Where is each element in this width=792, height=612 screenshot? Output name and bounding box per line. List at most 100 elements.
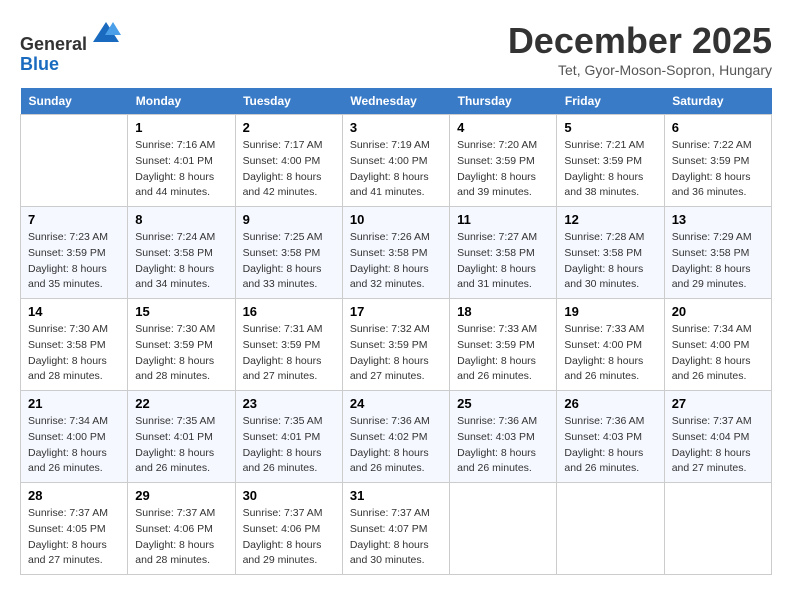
calendar-cell: 15 Sunrise: 7:30 AMSunset: 3:59 PMDayligh… [128,299,235,391]
calendar-cell: 27Sunrise: 7:37 AMSunset: 4:04 PMDayligh… [664,391,771,483]
day-number: 13 [672,212,764,227]
page-title: December 2025 [508,20,772,62]
day-number: 8 [135,212,227,227]
day-info: Sunrise: 7:32 AMSunset: 3:59 PMDaylight:… [350,322,442,385]
day-number: 10 [350,212,442,227]
page-header: General Blue December 2025 Tet, Gyor-Mos… [20,20,772,78]
header-row: SundayMondayTuesdayWednesdayThursdayFrid… [21,88,772,115]
calendar-header: SundayMondayTuesdayWednesdayThursdayFrid… [21,88,772,115]
day-info: Sunrise: 7:31 AMSunset: 3:59 PMDaylight:… [243,322,335,385]
calendar-cell [664,483,771,575]
day-number: 5 [564,120,656,135]
day-info: Sunrise: 7:36 AMSunset: 4:02 PMDaylight:… [350,414,442,477]
calendar-cell: 8Sunrise: 7:24 AMSunset: 3:58 PMDaylight… [128,207,235,299]
calendar-cell: 22Sunrise: 7:35 AMSunset: 4:01 PMDayligh… [128,391,235,483]
calendar-cell: 7Sunrise: 7:23 AMSunset: 3:59 PMDaylight… [21,207,128,299]
day-number: 15 [135,304,227,319]
day-number: 12 [564,212,656,227]
day-info: Sunrise: 7:37 AMSunset: 4:04 PMDaylight:… [672,414,764,477]
calendar-cell: 11 Sunrise: 7:27 AMSunset: 3:58 PMDayligh… [450,207,557,299]
day-number: 11 [457,212,549,227]
logo-blue: Blue [20,54,59,74]
calendar-cell: 31 Sunrise: 7:37 AMSunset: 4:07 PMDayligh… [342,483,449,575]
calendar-cell: 12 Sunrise: 7:28 AMSunset: 3:58 PMDayligh… [557,207,664,299]
week-row-4: 21 Sunrise: 7:34 AMSunset: 4:00 PMDayligh… [21,391,772,483]
day-info: Sunrise: 7:37 AMSunset: 4:05 PMDaylight:… [28,506,120,569]
calendar-cell: 13Sunrise: 7:29 AMSunset: 3:58 PMDayligh… [664,207,771,299]
calendar-cell: 26Sunrise: 7:36 AMSunset: 4:03 PMDayligh… [557,391,664,483]
day-number: 9 [243,212,335,227]
calendar-cell: 2Sunrise: 7:17 AMSunset: 4:00 PMDaylight… [235,115,342,207]
day-info: Sunrise: 7:33 AMSunset: 3:59 PMDaylight:… [457,322,549,385]
header-cell-friday: Friday [557,88,664,115]
day-info: Sunrise: 7:20 AMSunset: 3:59 PMDaylight:… [457,138,549,201]
day-info: Sunrise: 7:25 AMSunset: 3:58 PMDaylight:… [243,230,335,293]
location-subtitle: Tet, Gyor-Moson-Sopron, Hungary [508,62,772,78]
day-info: Sunrise: 7:26 AMSunset: 3:58 PMDaylight:… [350,230,442,293]
day-number: 31 [350,488,442,503]
calendar-cell [450,483,557,575]
day-number: 20 [672,304,764,319]
day-info: Sunrise: 7:27 AMSunset: 3:58 PMDaylight:… [457,230,549,293]
day-info: Sunrise: 7:33 AMSunset: 4:00 PMDaylight:… [564,322,656,385]
header-cell-monday: Monday [128,88,235,115]
day-number: 23 [243,396,335,411]
day-number: 18 [457,304,549,319]
calendar-cell: 18 Sunrise: 7:33 AMSunset: 3:59 PMDayligh… [450,299,557,391]
day-info: Sunrise: 7:36 AMSunset: 4:03 PMDaylight:… [564,414,656,477]
day-info: Sunrise: 7:23 AMSunset: 3:59 PMDaylight:… [28,230,120,293]
day-number: 4 [457,120,549,135]
day-info: Sunrise: 7:30 AMSunset: 3:59 PMDaylight:… [135,322,227,385]
calendar-cell: 24 Sunrise: 7:36 AMSunset: 4:02 PMDayligh… [342,391,449,483]
day-number: 28 [28,488,120,503]
day-info: Sunrise: 7:37 AMSunset: 4:06 PMDaylight:… [243,506,335,569]
calendar-cell: 10 Sunrise: 7:26 AMSunset: 3:58 PMDayligh… [342,207,449,299]
header-cell-sunday: Sunday [21,88,128,115]
calendar-cell: 6Sunrise: 7:22 AMSunset: 3:59 PMDaylight… [664,115,771,207]
calendar-cell: 19 Sunrise: 7:33 AMSunset: 4:00 PMDayligh… [557,299,664,391]
day-info: Sunrise: 7:21 AMSunset: 3:59 PMDaylight:… [564,138,656,201]
day-number: 16 [243,304,335,319]
calendar-cell: 23Sunrise: 7:35 AMSunset: 4:01 PMDayligh… [235,391,342,483]
title-block: December 2025 Tet, Gyor-Moson-Sopron, Hu… [508,20,772,78]
calendar-table: SundayMondayTuesdayWednesdayThursdayFrid… [20,88,772,575]
day-number: 1 [135,120,227,135]
day-info: Sunrise: 7:37 AMSunset: 4:07 PMDaylight:… [350,506,442,569]
day-number: 24 [350,396,442,411]
day-info: Sunrise: 7:34 AMSunset: 4:00 PMDaylight:… [672,322,764,385]
day-number: 22 [135,396,227,411]
calendar-cell [557,483,664,575]
header-cell-wednesday: Wednesday [342,88,449,115]
day-info: Sunrise: 7:37 AMSunset: 4:06 PMDaylight:… [135,506,227,569]
calendar-cell: 25 Sunrise: 7:36 AMSunset: 4:03 PMDayligh… [450,391,557,483]
calendar-cell: 29Sunrise: 7:37 AMSunset: 4:06 PMDayligh… [128,483,235,575]
day-info: Sunrise: 7:36 AMSunset: 4:03 PMDaylight:… [457,414,549,477]
day-number: 3 [350,120,442,135]
day-info: Sunrise: 7:17 AMSunset: 4:00 PMDaylight:… [243,138,335,201]
header-cell-thursday: Thursday [450,88,557,115]
day-number: 25 [457,396,549,411]
day-info: Sunrise: 7:30 AMSunset: 3:58 PMDaylight:… [28,322,120,385]
calendar-cell: 14Sunrise: 7:30 AMSunset: 3:58 PMDayligh… [21,299,128,391]
calendar-cell: 5 Sunrise: 7:21 AMSunset: 3:59 PMDaylight… [557,115,664,207]
calendar-cell: 28 Sunrise: 7:37 AMSunset: 4:05 PMDayligh… [21,483,128,575]
calendar-cell: 17 Sunrise: 7:32 AMSunset: 3:59 PMDayligh… [342,299,449,391]
calendar-cell: 16 Sunrise: 7:31 AMSunset: 3:59 PMDayligh… [235,299,342,391]
week-row-2: 7Sunrise: 7:23 AMSunset: 3:59 PMDaylight… [21,207,772,299]
day-info: Sunrise: 7:19 AMSunset: 4:00 PMDaylight:… [350,138,442,201]
calendar-cell: 9 Sunrise: 7:25 AMSunset: 3:58 PMDaylight… [235,207,342,299]
calendar-cell: 1 Sunrise: 7:16 AMSunset: 4:01 PMDaylight… [128,115,235,207]
logo-icon [91,20,121,50]
day-number: 17 [350,304,442,319]
day-info: Sunrise: 7:16 AMSunset: 4:01 PMDaylight:… [135,138,227,201]
week-row-3: 14Sunrise: 7:30 AMSunset: 3:58 PMDayligh… [21,299,772,391]
calendar-cell: 30Sunrise: 7:37 AMSunset: 4:06 PMDayligh… [235,483,342,575]
day-number: 21 [28,396,120,411]
day-info: Sunrise: 7:34 AMSunset: 4:00 PMDaylight:… [28,414,120,477]
day-number: 19 [564,304,656,319]
day-number: 6 [672,120,764,135]
calendar-cell: 21 Sunrise: 7:34 AMSunset: 4:00 PMDayligh… [21,391,128,483]
day-info: Sunrise: 7:28 AMSunset: 3:58 PMDaylight:… [564,230,656,293]
header-cell-tuesday: Tuesday [235,88,342,115]
week-row-1: 1 Sunrise: 7:16 AMSunset: 4:01 PMDaylight… [21,115,772,207]
